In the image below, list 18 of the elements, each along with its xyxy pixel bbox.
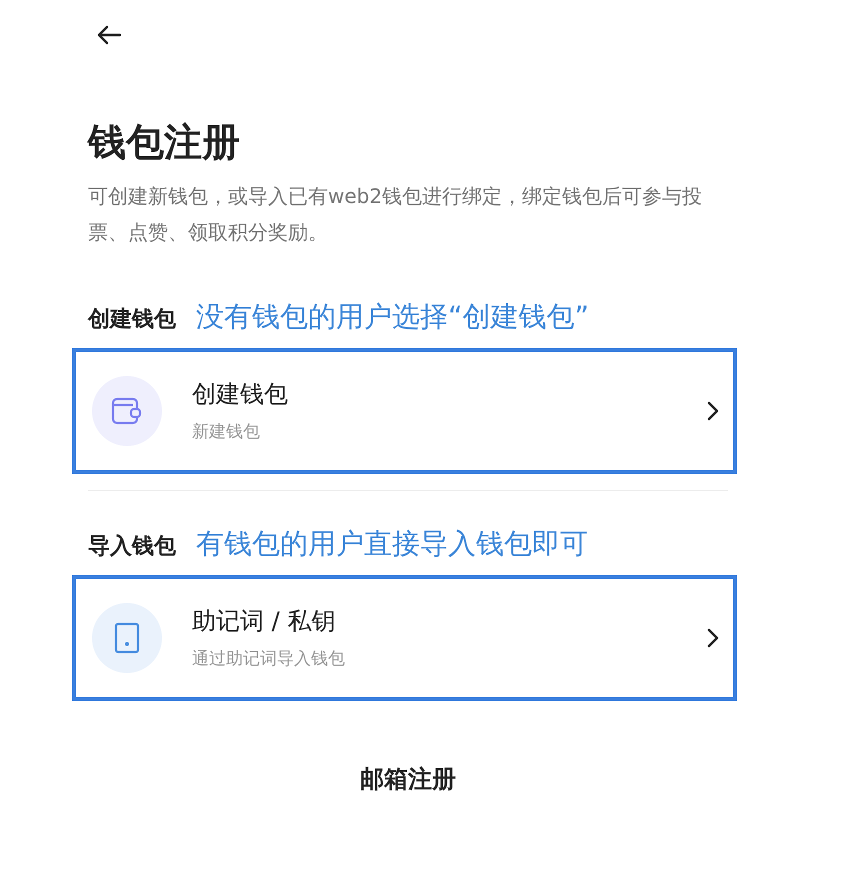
page-title: 钱包注册: [88, 120, 241, 166]
description-text: 可创建新钱包，或导入已有web2钱包进行绑定，绑定钱包后可参与投票、点赞、领取积分奖励。: [88, 182, 704, 246]
option-subtitle: 新建钱包: [192, 421, 261, 444]
option-title: 创建钱包: [192, 379, 289, 410]
annotation-note: 没有钱包的用户选择“创建钱包”: [196, 298, 590, 335]
section-heading: 创建钱包: [88, 306, 176, 334]
option-card[interactable]: 创建钱包 新建钱包: [72, 348, 737, 474]
annotation-note: 有钱包的用户直接导入钱包即可: [196, 526, 588, 562]
tablet-icon: [114, 622, 140, 654]
option-title: 助记词 / 私钥: [192, 606, 336, 638]
email-register-link[interactable]: 邮箱注册: [360, 762, 456, 795]
chevron-right-icon: [707, 400, 719, 421]
section-heading: 导入钱包: [88, 532, 176, 561]
back-arrow-icon[interactable]: [96, 24, 122, 46]
option-subtitle: 通过助记词导入钱包: [192, 648, 346, 670]
chevron-right-icon: [707, 628, 719, 648]
option-card[interactable]: 助记词 / 私钥 通过助记词导入钱包: [72, 574, 737, 701]
wallet-icon: [111, 396, 143, 426]
